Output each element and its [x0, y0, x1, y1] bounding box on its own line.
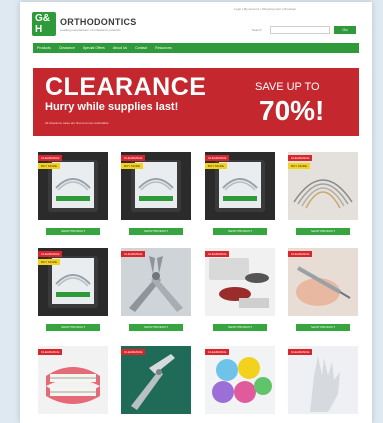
clearance-badge: CLEARANCE	[288, 349, 313, 355]
promo-badge: BUY MORE	[288, 163, 310, 169]
clearance-banner[interactable]: CLEARANCE Hurry while supplies last! All…	[33, 68, 359, 136]
product-image[interactable]	[38, 346, 108, 414]
clearance-badge: CLEARANCE	[121, 251, 146, 257]
main-nav: Products Clearance Special Offers About …	[33, 43, 359, 53]
clearance-badge: CLEARANCE	[288, 251, 313, 257]
shop-product-button[interactable]: SHOP PRODUCT	[129, 228, 183, 235]
clearance-badge: CLEARANCE	[121, 155, 146, 161]
nav-item[interactable]: Clearance	[59, 46, 75, 50]
shop-product-button[interactable]: SHOP PRODUCT	[296, 228, 350, 235]
nav-item[interactable]: Contact	[135, 46, 147, 50]
promo-badge: BUY MORE	[205, 163, 227, 169]
shop-product-button[interactable]: SHOP PRODUCT	[46, 324, 100, 331]
nav-item[interactable]: Special Offers	[83, 46, 105, 50]
search-button[interactable]: Go	[334, 26, 356, 34]
search-input[interactable]	[270, 26, 330, 34]
nav-item[interactable]: Resources	[155, 46, 172, 50]
product-image[interactable]	[121, 248, 191, 316]
product-image[interactable]	[205, 248, 275, 316]
clearance-badge: CLEARANCE	[38, 349, 63, 355]
logo-text: H	[35, 24, 43, 35]
nav-item[interactable]: Products	[37, 46, 51, 50]
shop-product-button[interactable]: SHOP PRODUCT	[296, 324, 350, 331]
product-image[interactable]	[288, 346, 358, 414]
product-image[interactable]	[121, 346, 191, 414]
shop-product-button[interactable]: SHOP PRODUCT	[213, 324, 267, 331]
clearance-badge: CLEARANCE	[205, 155, 230, 161]
save-label: SAVE UP TO	[255, 81, 320, 93]
logo-text: G&	[35, 13, 50, 24]
gh-logo[interactable]: G& H	[32, 12, 56, 36]
shop-product-button[interactable]: SHOP PRODUCT	[129, 324, 183, 331]
product-image[interactable]	[288, 248, 358, 316]
save-percent: 70%!	[259, 95, 325, 126]
shop-product-button[interactable]: SHOP PRODUCT	[213, 228, 267, 235]
shop-product-button[interactable]: SHOP PRODUCT	[46, 228, 100, 235]
clearance-badge: CLEARANCE	[205, 349, 230, 355]
clearance-badge: CLEARANCE	[38, 155, 63, 161]
product-image[interactable]	[205, 346, 275, 414]
banner-subtitle: Hurry while supplies last!	[45, 101, 179, 113]
tagline: Leading manufacturer of orthodontic prod…	[60, 28, 121, 32]
promo-badge: BUY MORE	[121, 163, 143, 169]
account-links[interactable]: Login | My Account | Shopping Cart | Che…	[234, 7, 366, 13]
banner-title: CLEARANCE	[45, 73, 207, 101]
search-label: Search	[252, 28, 262, 32]
clearance-badge: CLEARANCE	[288, 155, 313, 161]
promo-badge: BUY MORE	[38, 163, 60, 169]
clearance-badge: CLEARANCE	[121, 349, 146, 355]
nav-item[interactable]: About Us	[113, 46, 127, 50]
brand-name: ORTHODONTICS	[60, 17, 137, 27]
store-page: Login | My Account | Shopping Cart | Che…	[20, 2, 372, 423]
banner-note: All clearance sales are final and non-re…	[45, 121, 110, 125]
promo-badge: BUY MORE	[38, 259, 60, 265]
clearance-badge: CLEARANCE	[205, 251, 230, 257]
clearance-badge: CLEARANCE	[38, 251, 63, 257]
